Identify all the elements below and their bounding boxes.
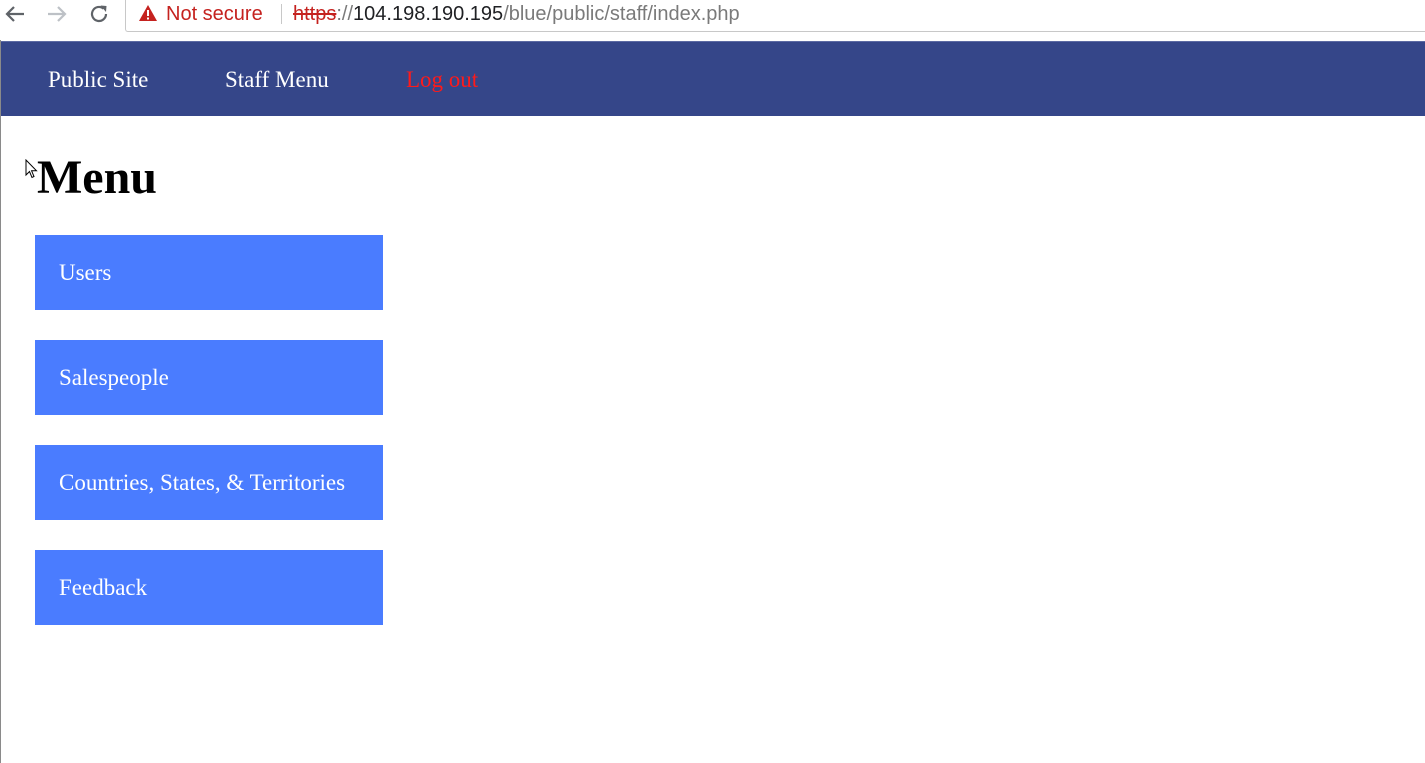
back-button[interactable] [0,0,30,28]
nav-link-public-site[interactable]: Public Site [48,66,148,94]
url-text[interactable]: https://104.198.190.195/blue/public/staf… [293,1,740,27]
url-scheme: https [293,3,337,25]
menu-item-salespeople[interactable]: Salespeople [35,340,383,415]
nav-link-log-out[interactable]: Log out [406,66,478,94]
menu-item-feedback[interactable]: Feedback [35,550,383,625]
nav-link-staff-menu[interactable]: Staff Menu [225,66,329,94]
warning-triangle-icon [139,5,157,21]
staff-menu-list: Users Salespeople Countries, States, & T… [35,235,383,655]
arrow-right-icon [48,6,67,22]
menu-item-countries-states-territories[interactable]: Countries, States, & Territories [35,445,383,520]
url-host: 104.198.190.195 [353,3,504,25]
arrow-left-icon [5,6,24,22]
window-edge [0,40,1,763]
url-path: /blue/public/staff/index.php [503,3,740,25]
site-navbar: Public Site Staff Menu Log out [1,41,1425,116]
forward-button[interactable] [42,0,72,28]
security-label[interactable]: Not secure [166,1,263,27]
page-title: Menu [37,151,157,204]
reload-button[interactable] [84,0,114,28]
url-separator: :// [336,3,354,25]
menu-item-users[interactable]: Users [35,235,383,310]
address-separator [281,4,282,24]
address-bar[interactable]: Not secure https://104.198.190.195/blue/… [125,0,1425,32]
mouse-cursor-icon [25,159,38,179]
browser-toolbar: Not secure https://104.198.190.195/blue/… [0,0,1425,40]
reload-icon [90,5,108,23]
